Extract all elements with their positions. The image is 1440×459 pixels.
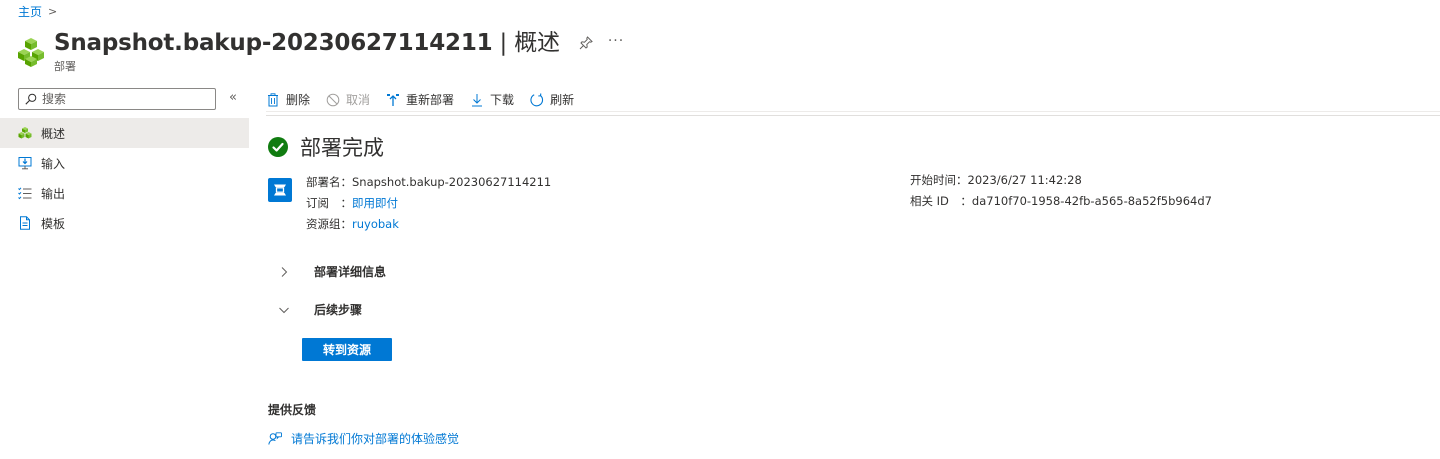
page-title: Snapshot.bakup-20230627114211 | 概述 bbox=[54, 28, 560, 58]
sidebar-item-inputs[interactable]: 输入 bbox=[0, 148, 249, 178]
refresh-button[interactable]: 刷新 bbox=[530, 91, 574, 108]
breadcrumb-separator: > bbox=[48, 5, 58, 18]
toolbar-divider bbox=[266, 115, 1440, 116]
breadcrumb-home-link[interactable]: 主页 bbox=[18, 3, 42, 20]
feedback-link[interactable]: 请告诉我们你对部署的体验感觉 bbox=[268, 430, 459, 447]
output-list-icon bbox=[18, 187, 32, 200]
feedback-heading: 提供反馈 bbox=[268, 403, 317, 417]
deployment-cubes-icon bbox=[18, 127, 32, 139]
redeploy-upload-icon bbox=[387, 93, 400, 106]
refresh-icon bbox=[530, 92, 544, 106]
page-title-resource: Snapshot.bakup-20230627114211 bbox=[54, 30, 493, 56]
cancel-button[interactable]: 取消 bbox=[326, 91, 370, 108]
status-title: 部署完成 bbox=[300, 136, 384, 160]
cancel-circle-icon bbox=[326, 93, 340, 106]
subscription-link[interactable]: 即用即付 bbox=[352, 196, 398, 210]
redeploy-button-label: 重新部署 bbox=[406, 93, 455, 107]
download-button[interactable]: 下载 bbox=[470, 91, 514, 108]
sidebar-item-label: 概述 bbox=[41, 126, 66, 141]
next-steps-toggle[interactable]: 后续步骤 bbox=[278, 301, 362, 318]
redeploy-button[interactable]: 重新部署 bbox=[386, 91, 454, 108]
start-time-label: 开始时间： bbox=[910, 173, 968, 187]
feedback-link-label: 请告诉我们你对部署的体验感觉 bbox=[291, 432, 460, 446]
page-title-section: 概述 bbox=[514, 30, 560, 56]
correlation-id-value: da710f70-1958-42fb-a565-8a52f5b964d7 bbox=[971, 194, 1212, 208]
deployment-summary: 部署名：Snapshot.bakup-20230627114211 订阅 ：即用… bbox=[268, 172, 551, 235]
sidebar-item-overview[interactable]: 概述 bbox=[0, 118, 249, 148]
feedback-person-icon bbox=[268, 431, 282, 445]
download-button-label: 下载 bbox=[490, 93, 515, 107]
trash-icon bbox=[268, 92, 278, 106]
sidebar-nav: 概述 输入 输出 模板 bbox=[0, 118, 249, 238]
search-icon bbox=[25, 93, 37, 105]
pin-icon[interactable] bbox=[578, 35, 594, 51]
deployment-details-label: 部署详细信息 bbox=[314, 265, 387, 279]
more-options-icon[interactable]: ··· bbox=[608, 33, 624, 49]
deployment-name-value: Snapshot.bakup-20230627114211 bbox=[352, 175, 552, 189]
sidebar-item-label: 输入 bbox=[41, 156, 66, 171]
resource-group-link[interactable]: ruyobak bbox=[352, 217, 399, 231]
template-document-icon bbox=[20, 216, 30, 230]
resource-group-label: 资源组： bbox=[306, 217, 352, 231]
sidebar-search-input[interactable] bbox=[42, 92, 202, 106]
download-icon bbox=[472, 93, 483, 106]
deployment-status: 部署完成 bbox=[268, 132, 384, 162]
cancel-button-label: 取消 bbox=[346, 93, 371, 107]
page-subtitle: 部署 bbox=[54, 60, 76, 73]
sidebar-item-label: 输出 bbox=[41, 186, 66, 201]
deployment-details-toggle[interactable]: 部署详细信息 bbox=[278, 263, 386, 280]
page-header: Snapshot.bakup-20230627114211 | 概述 ··· 部… bbox=[16, 28, 624, 74]
deployment-metadata: 开始时间：2023/6/27 11:42:28 相关 ID ：da710f70-… bbox=[910, 170, 1212, 212]
deployment-cubes-icon bbox=[18, 38, 44, 67]
subscription-label: 订阅 ： bbox=[306, 196, 352, 210]
go-to-resource-button[interactable]: 转到资源 bbox=[302, 338, 392, 361]
input-monitor-icon bbox=[18, 157, 32, 170]
breadcrumb: 主页 > bbox=[18, 3, 57, 20]
delete-button[interactable]: 删除 bbox=[266, 91, 310, 108]
chevron-right-icon bbox=[281, 266, 288, 277]
deployment-package-icon bbox=[268, 178, 292, 202]
page-title-separator: | bbox=[492, 30, 515, 56]
sidebar-search-box[interactable] bbox=[18, 88, 216, 110]
start-time-value: 2023/6/27 11:42:28 bbox=[967, 173, 1082, 187]
chevron-down-icon bbox=[279, 307, 289, 313]
correlation-id-label: 相关 ID ： bbox=[910, 194, 972, 208]
success-check-icon bbox=[268, 137, 288, 157]
deployment-name-label: 部署名： bbox=[306, 175, 352, 189]
collapse-sidebar-icon[interactable]: « bbox=[229, 90, 237, 105]
sidebar-item-template[interactable]: 模板 bbox=[0, 208, 249, 238]
refresh-button-label: 刷新 bbox=[550, 93, 575, 107]
delete-button-label: 删除 bbox=[286, 93, 311, 107]
command-bar: 删除 取消 重新部署 下载 刷新 bbox=[266, 88, 1440, 112]
sidebar-item-outputs[interactable]: 输出 bbox=[0, 178, 249, 208]
next-steps-label: 后续步骤 bbox=[314, 303, 363, 317]
sidebar-item-label: 模板 bbox=[41, 216, 66, 231]
